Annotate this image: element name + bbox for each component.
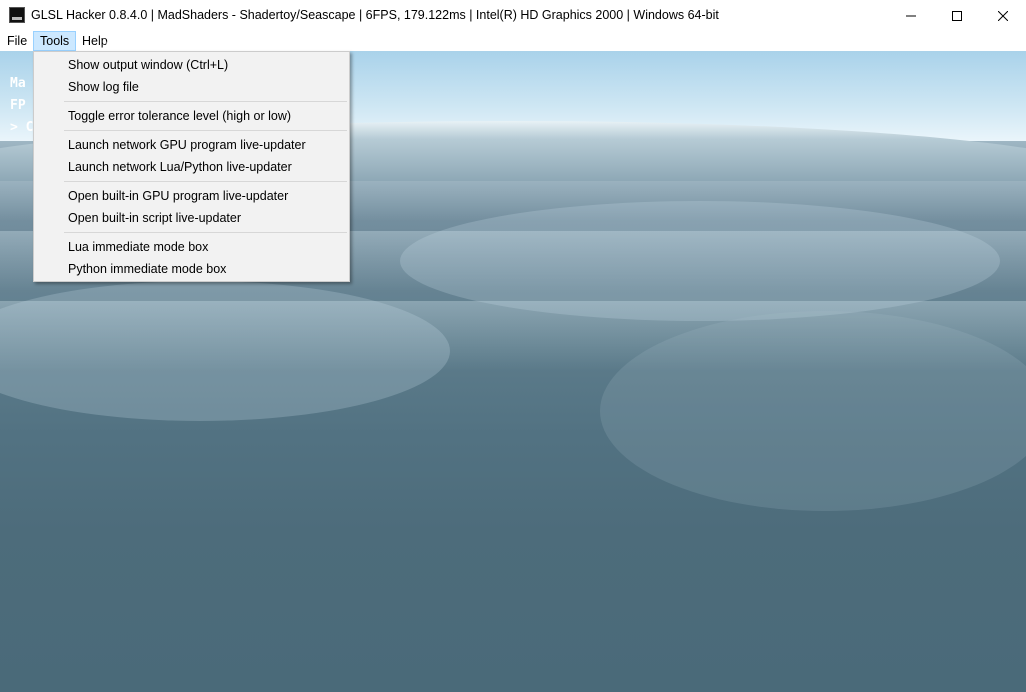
minimize-button[interactable] [888,0,934,31]
menu-item-python-immediate-mode[interactable]: Python immediate mode box [34,258,349,280]
menu-tools[interactable]: Tools [33,31,77,51]
shader-overlay-text: Ma FP > C [10,73,33,139]
softpedia-watermark: SOFTPEDIA [104,30,211,49]
menu-separator [64,130,347,131]
maximize-icon [952,10,962,21]
close-icon [998,10,1008,21]
tools-dropdown-menu: Show output window (Ctrl+L) Show log fil… [33,51,350,282]
menu-separator [64,101,347,102]
overlay-line: Ma [10,76,26,91]
window-title: GLSL Hacker 0.8.4.0 | MadShaders - Shade… [31,8,719,22]
menu-separator [64,232,347,233]
wave-swell [400,201,1000,321]
maximize-button[interactable] [934,0,980,31]
menu-item-show-output-window[interactable]: Show output window (Ctrl+L) [34,54,349,76]
overlay-line: > C [10,120,34,135]
app-icon[interactable] [9,7,25,23]
menu-item-show-log-file[interactable]: Show log file [34,76,349,98]
overlay-line: FP [10,98,26,113]
menu-item-network-gpu-live-updater[interactable]: Launch network GPU program live-updater [34,134,349,156]
wave-swell [600,311,1026,511]
menu-item-builtin-gpu-live-updater[interactable]: Open built-in GPU program live-updater [34,185,349,207]
title-bar: GLSL Hacker 0.8.4.0 | MadShaders - Shade… [0,0,1026,31]
close-button[interactable] [980,0,1026,31]
menu-separator [64,181,347,182]
menu-item-toggle-error-tolerance[interactable]: Toggle error tolerance level (high or lo… [34,105,349,127]
minimize-icon [906,15,916,16]
menu-item-builtin-script-live-updater[interactable]: Open built-in script live-updater [34,207,349,229]
menu-file[interactable]: File [1,31,33,51]
menu-item-lua-immediate-mode[interactable]: Lua immediate mode box [34,236,349,258]
menu-item-network-lua-python-live-updater[interactable]: Launch network Lua/Python live-updater [34,156,349,178]
